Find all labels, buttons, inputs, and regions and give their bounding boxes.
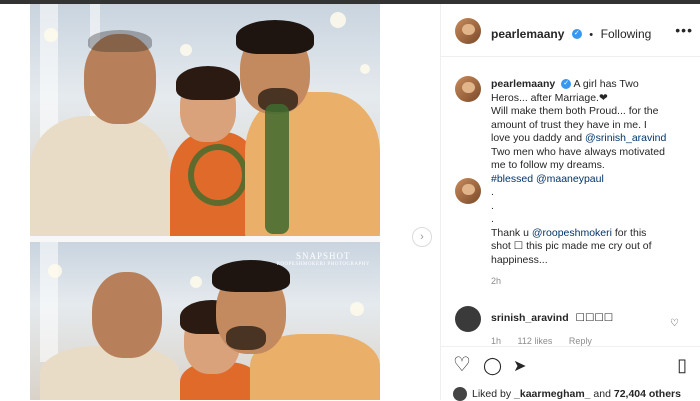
comments-section: pearlemaany ✓ A girl has Two Heros... af… xyxy=(441,56,700,346)
author-avatar[interactable] xyxy=(455,18,481,44)
comment-bubble-icon[interactable]: ◯ xyxy=(483,356,502,376)
caption-avatar-2 xyxy=(455,178,481,204)
caption-line-7: me to follow my dreams. xyxy=(491,159,605,171)
mention-maaney-link[interactable]: @maaneypaul xyxy=(536,173,604,185)
caption-dot-1: . xyxy=(491,186,494,198)
follow-status-button[interactable]: Following xyxy=(601,27,652,41)
commenter-avatar[interactable] xyxy=(455,306,481,332)
liked-by-user[interactable]: _kaarmegham_ xyxy=(514,388,590,400)
verified-badge-icon: ✓ xyxy=(571,28,582,39)
liked-by-and: and xyxy=(590,387,614,400)
hashtag-blessed-link[interactable]: #blessed xyxy=(491,173,533,185)
comment-like-heart-icon[interactable]: ♡ xyxy=(670,318,679,329)
caption-line-1: A girl has Two xyxy=(573,78,639,90)
post-header: pearlemaany ✓ • Following ••• xyxy=(441,4,700,57)
post-side-panel: pearlemaany ✓ • Following ••• pearlemaan… xyxy=(440,4,700,401)
caption-username[interactable]: pearlemaany xyxy=(491,78,555,90)
caption-timestamp[interactable]: 2h xyxy=(491,275,691,289)
liked-by-summary: Liked by _kaarmegham_ and 72,404 others xyxy=(453,387,681,401)
comment-row: srinish_aravind ☐☐☐☐ xyxy=(491,312,691,324)
post-actions-bar: ♡ ◯ ➤ ▯ Liked by _kaarmegham_ and 72,404… xyxy=(441,346,700,401)
comment-reply-button[interactable]: Reply xyxy=(569,336,592,346)
save-bookmark-icon[interactable]: ▯ xyxy=(677,355,687,375)
watermark-subtitle: ROOPESHMOKERI PHOTOGRAPHY xyxy=(276,261,370,267)
post-caption: pearlemaany ✓ A girl has Two Heros... af… xyxy=(491,78,691,289)
verified-badge-icon: ✓ xyxy=(561,79,572,90)
separator-dot: • xyxy=(589,29,594,41)
caption-thank-prefix: Thank u xyxy=(491,226,532,239)
comment-time[interactable]: 1h xyxy=(491,336,501,346)
caption-dot-2: . xyxy=(491,199,494,212)
chevron-right-icon: › xyxy=(420,231,424,243)
caption-line-2: Heros... after Marriage.❤ xyxy=(491,91,608,104)
caption-line-4: amount of trust they have in me. I xyxy=(491,118,647,131)
mention-srinish-link[interactable]: @srinish_aravind xyxy=(585,132,666,144)
more-options-icon[interactable]: ••• xyxy=(675,22,693,38)
commenter-username[interactable]: srinish_aravind xyxy=(491,312,569,324)
comment-text: ☐☐☐☐ xyxy=(575,312,614,324)
photo-frame-top xyxy=(30,4,380,236)
post-image[interactable]: SNAPSHOT ROOPESHMOKERI PHOTOGRAPHY xyxy=(30,4,380,400)
caption-line-6: Two men who have always motivated xyxy=(491,145,665,158)
caption-thank-suffix: for this xyxy=(611,226,647,239)
photographer-watermark: SNAPSHOT ROOPESHMOKERI PHOTOGRAPHY xyxy=(276,251,370,267)
caption-line-12: shot ☐ this pic made me cry out of xyxy=(491,240,652,252)
author-username[interactable]: pearlemaany xyxy=(491,27,564,41)
watermark-title: SNAPSHOT xyxy=(296,251,351,261)
share-paper-plane-icon[interactable]: ➤ xyxy=(513,357,526,377)
mention-roopesh-link[interactable]: @roopeshmokeri xyxy=(532,227,612,239)
caption-line-3: Will make them both Proud... for the xyxy=(491,105,659,117)
like-heart-icon[interactable]: ♡ xyxy=(453,355,471,375)
comment-likes-count[interactable]: 112 likes xyxy=(518,336,553,346)
photo-frame-bottom: SNAPSHOT ROOPESHMOKERI PHOTOGRAPHY xyxy=(30,242,380,400)
liker-avatar[interactable] xyxy=(453,387,467,401)
caption-line-13: happiness... xyxy=(491,253,548,266)
liked-by-prefix: Liked by xyxy=(472,387,515,400)
caption-line-5: love you daddy and xyxy=(491,132,585,144)
caption-dot-3: . xyxy=(491,213,494,225)
next-image-button[interactable]: › xyxy=(412,227,432,247)
caption-avatar[interactable] xyxy=(455,76,481,102)
liked-by-others[interactable]: 72,404 others xyxy=(614,388,681,400)
comment-meta: 1h 112 likes Reply xyxy=(491,336,606,346)
page-margin xyxy=(0,4,30,400)
